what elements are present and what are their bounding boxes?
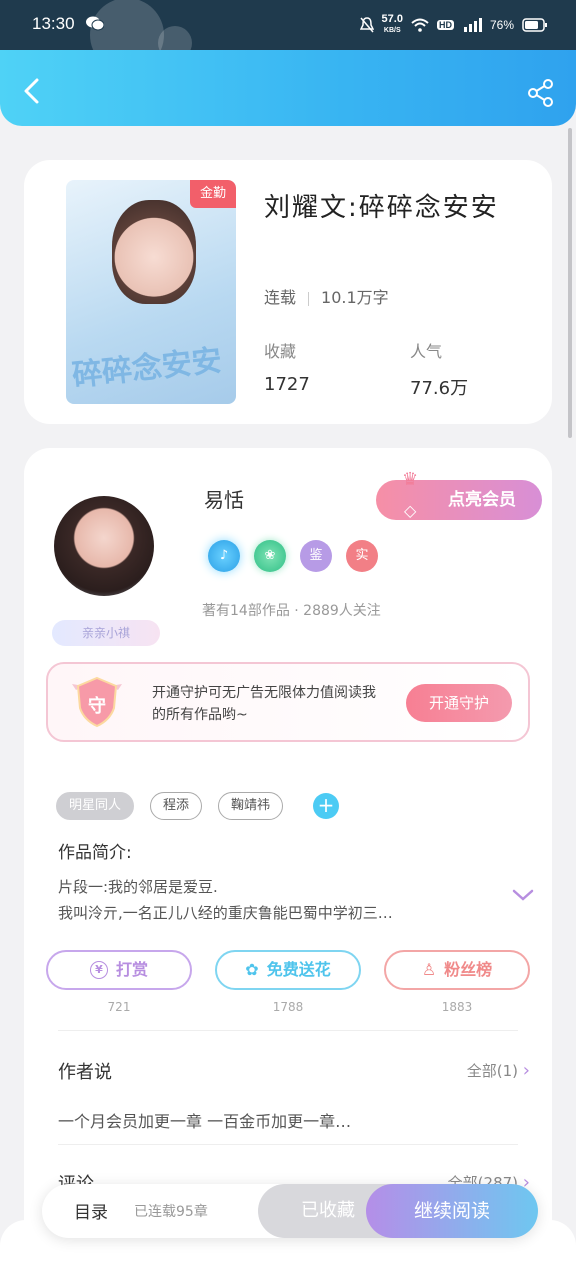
divider (58, 1030, 518, 1031)
send-flower-button[interactable]: ✿ 免费送花 (215, 950, 361, 990)
intro-line: 我叫泠亓,一名正儿八经的重庆鲁能巴蜀中学初三… (58, 904, 393, 922)
user-icon: ♙ (421, 960, 437, 979)
intro-line: 片段一:我的邻居是爱豆. (58, 878, 218, 896)
fan-rank-button[interactable]: ♙ 粉丝榜 (384, 950, 530, 990)
guard-shield-text: 守 (88, 696, 106, 717)
verify-badge-icon[interactable]: 鉴 (300, 540, 332, 572)
toc-button[interactable]: 目录 (74, 1198, 108, 1223)
status-time: 13:30 (32, 14, 75, 33)
battery-percent: 76% (489, 18, 514, 32)
chapter-info: 已连载95章 (134, 1204, 208, 1220)
back-arrow-icon[interactable] (18, 76, 48, 106)
tag-item[interactable]: 明星同人 (56, 792, 135, 820)
author-says-text: 一个月会员加更一章 一百金币加更一章… (58, 1112, 352, 1131)
serial-status: 连载 (264, 288, 297, 307)
cover-title: 碎碎念安安 (70, 343, 224, 394)
tag-item[interactable]: 程添 (150, 792, 203, 820)
divider (308, 291, 310, 306)
flower-icon: ✿ (245, 960, 259, 979)
author-says-title: 作者说 (58, 1062, 112, 1083)
vip-button[interactable]: ♛ ◇ 点亮会员 (376, 469, 542, 520)
collect-label: 收藏 (264, 342, 297, 361)
tag-item[interactable]: 鞠靖祎 (218, 792, 284, 820)
guard-text: 开通守护可无广告无限体力值阅读我的所有作品哟~ (152, 685, 376, 723)
fans-action: ♙ 粉丝榜 1883 (384, 950, 530, 1014)
collect-stat: 收藏 1727 (264, 338, 310, 395)
intro-text: 片段一:我的邻居是爱豆. 我叫泠亓,一名正儿八经的重庆鲁能巴蜀中学初三… (58, 874, 498, 926)
author-badges: ♪ ❀ 鉴 实 (208, 540, 378, 572)
tip-button[interactable]: ¥ 打赏 (46, 950, 192, 990)
status-right: 57.0 KB/S HD 76% (359, 13, 548, 36)
cover-portrait (112, 200, 196, 304)
tag-list: 明星同人 程添 鞠靖祎 + (56, 792, 340, 820)
author-name[interactable]: 易恬 (204, 484, 244, 513)
vip-label: 点亮会员 (448, 490, 516, 510)
flower-count: 1788 (272, 1000, 304, 1014)
tip-action: ¥ 打赏 721 (46, 950, 192, 1014)
chevron-down-icon[interactable] (512, 888, 534, 902)
shell-badge-icon[interactable]: ❀ (254, 540, 286, 572)
author-tag: 亲亲小祺 (52, 620, 160, 646)
mute-bell-icon (359, 17, 374, 33)
hd-icon: HD (436, 20, 454, 30)
bottom-action-bar: 目录 已连载95章 已收藏 继续阅读 (42, 1184, 538, 1238)
status-bar: 13:30 57.0 KB/S HD 76% (0, 0, 576, 72)
signal-icon (463, 18, 482, 32)
status-badge: 金勤 (190, 180, 236, 208)
author-card: 亲亲小祺 易恬 ♛ ◇ 点亮会员 ♪ ❀ 鉴 实 著有14部作品 · 2889人… (24, 448, 552, 1280)
author-stats: 著有14部作品 · 2889人关注 (202, 603, 381, 619)
word-count: 10.1万字 (321, 288, 389, 307)
popularity-label: 人气 (410, 342, 443, 361)
wifi-icon (411, 18, 429, 32)
popularity-value: 77.6万 (410, 378, 469, 399)
avatar[interactable] (54, 496, 154, 596)
author-says-more[interactable]: 全部(1) › (467, 1060, 530, 1081)
top-header (0, 50, 576, 126)
net-speed: 57.0 KB/S (381, 13, 403, 35)
chevron-right-icon: › (522, 1060, 530, 1081)
scrollbar[interactable] (568, 128, 572, 438)
open-guard-button[interactable]: 开通守护 (406, 684, 512, 722)
fans-count: 1883 (441, 1000, 473, 1014)
book-info-card: 碎碎念安安 金勤 刘耀文:碎碎念安安 连载 10.1万字 收藏 1727 人气 7… (24, 160, 552, 424)
yen-icon: ¥ (89, 961, 108, 979)
action-row: ¥ 打赏 721 ✿ 免费送花 1788 ♙ 粉丝榜 1883 (46, 950, 530, 1014)
guard-promo[interactable]: 守 开通守护可无广告无限体力值阅读我的所有作品哟~ 开通守护 (46, 662, 530, 742)
diamond-icon: ◇ (404, 501, 417, 520)
book-cover[interactable]: 碎碎念安安 金勤 (66, 180, 236, 404)
flower-action: ✿ 免费送花 1788 (215, 950, 361, 1014)
music-badge-icon[interactable]: ♪ (208, 540, 240, 572)
book-meta: 连载 10.1万字 (264, 284, 389, 308)
popularity-stat: 人气 77.6万 (410, 338, 468, 400)
add-tag-button[interactable]: + (313, 793, 340, 819)
divider (58, 1144, 518, 1145)
book-title: 刘耀文:碎碎念安安 (264, 193, 499, 223)
collect-value: 1727 (264, 374, 310, 395)
share-icon[interactable] (526, 78, 556, 108)
battery-icon (522, 18, 547, 32)
tip-count: 721 (107, 1000, 131, 1014)
intro-label: 作品简介: (58, 843, 132, 863)
real-badge-icon[interactable]: 实 (346, 540, 378, 572)
wechat-icon (86, 16, 104, 31)
continue-reading-button[interactable]: 继续阅读 (366, 1184, 538, 1238)
